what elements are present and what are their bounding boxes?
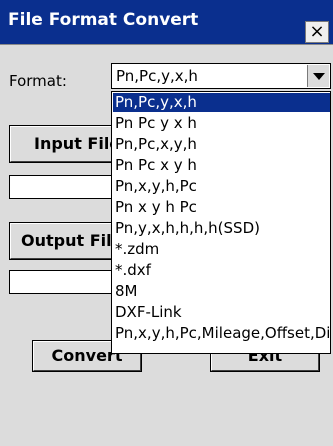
format-option[interactable]: Pn Pc x y h <box>113 156 330 175</box>
format-selected-value: Pn,Pc,y,x,h <box>116 67 198 85</box>
format-option[interactable]: Pn Pc y x h <box>113 114 330 133</box>
title-bar: File Format Convert × <box>0 0 333 44</box>
format-option[interactable]: Pn,Pc,x,y,h <box>113 135 330 154</box>
close-icon: × <box>309 21 325 42</box>
format-option[interactable]: *.zdm <box>113 240 330 259</box>
file-format-convert-window: File Format Convert × Format: Pn,Pc,y,x,… <box>0 0 333 446</box>
format-option[interactable]: Pn x y h Pc <box>113 198 330 217</box>
format-option[interactable]: Pn,x,y,h,Pc,Mileage,Offset,Di <box>113 324 330 343</box>
format-select[interactable]: Pn,Pc,y,x,h <box>111 63 331 89</box>
format-option[interactable]: DXF-Link <box>113 303 330 322</box>
close-button[interactable]: × <box>305 21 329 43</box>
format-option[interactable]: Pn,Pc,y,x,h <box>113 93 330 112</box>
format-label: Format: <box>9 72 67 90</box>
format-option[interactable]: *.dxf <box>113 261 330 280</box>
format-dropdown-list: Pn,Pc,y,x,h Pn Pc y x h Pn,Pc,x,y,h Pn P… <box>111 91 331 354</box>
chevron-down-icon[interactable] <box>307 65 329 87</box>
format-option[interactable]: Pn,y,x,h,h,h,h(SSD) <box>113 219 330 238</box>
title-divider <box>0 44 333 45</box>
format-option[interactable]: 8M <box>113 282 330 301</box>
format-option[interactable]: Pn,x,y,h,Pc <box>113 177 330 196</box>
window-title: File Format Convert <box>8 10 199 30</box>
